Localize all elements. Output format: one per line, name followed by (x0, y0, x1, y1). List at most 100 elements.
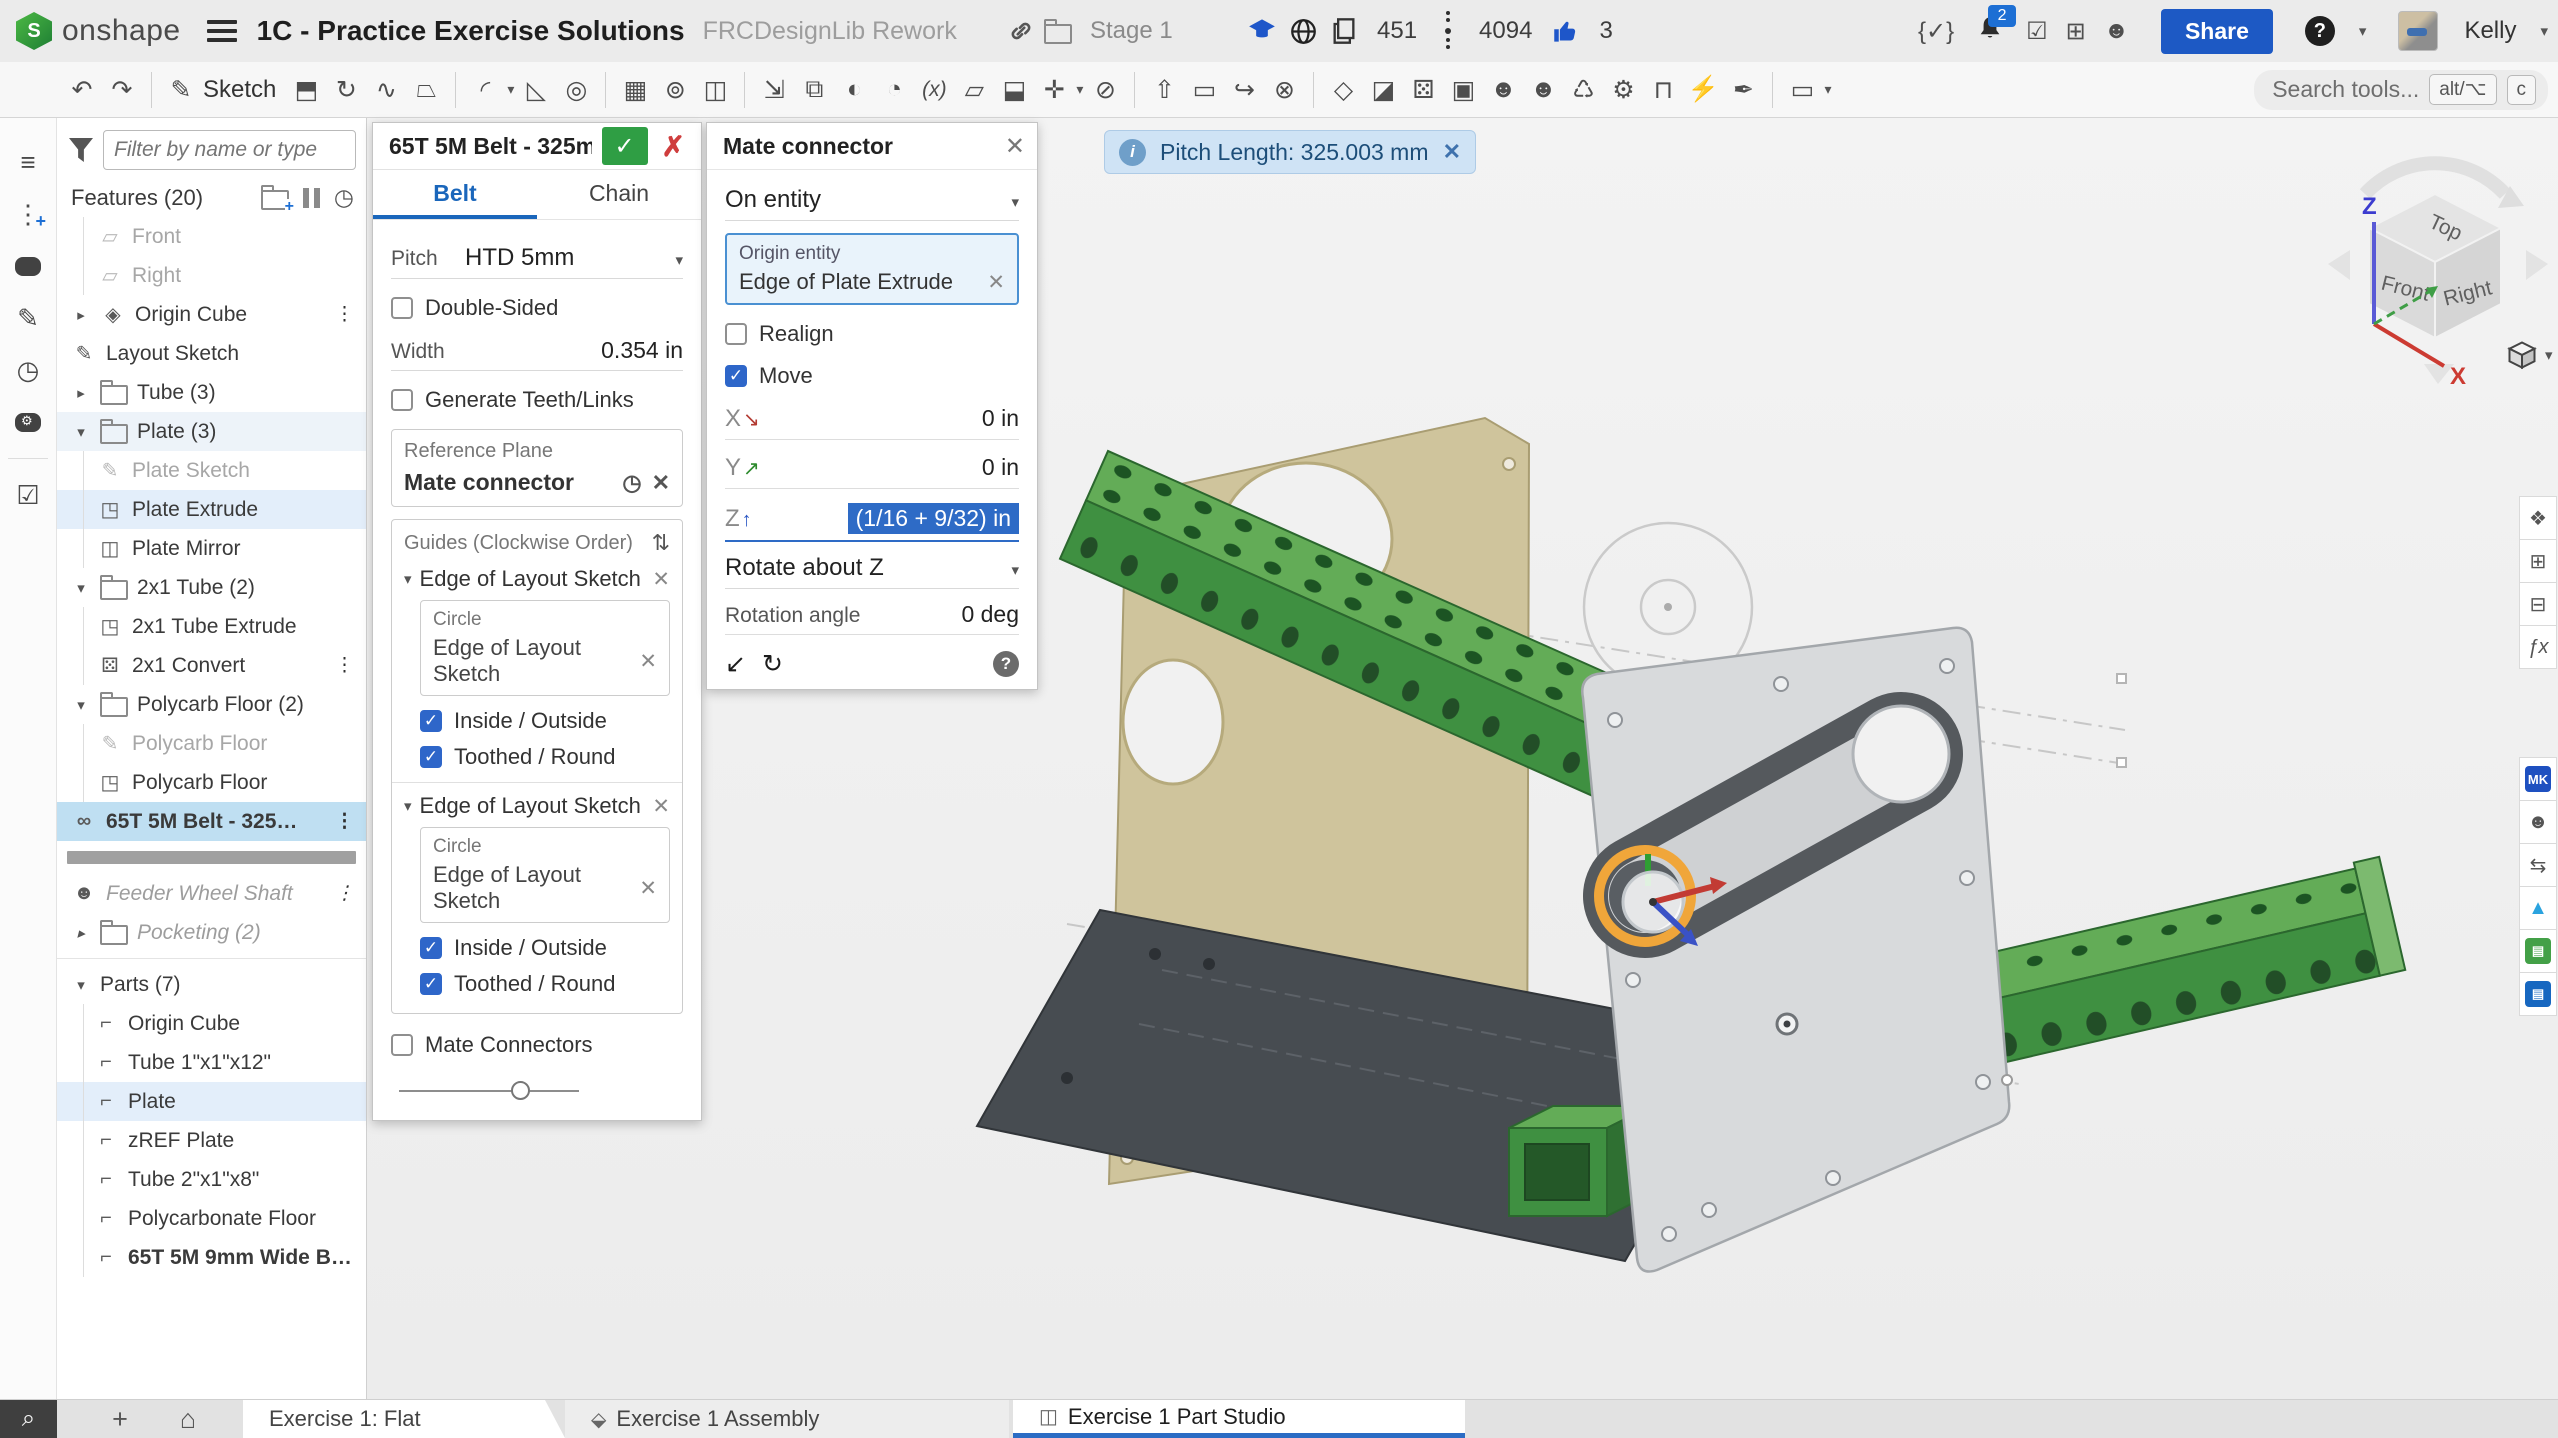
config-table-icon[interactable]: ⊟ (2519, 582, 2557, 626)
rotate-dropdown-icon[interactable]: ▾ (1011, 561, 1019, 579)
delete-face-icon[interactable]: ⊗ (1267, 70, 1301, 110)
tree-item-plate-mirror[interactable]: ◫Plate Mirror (57, 529, 366, 568)
boolean-icon[interactable]: ◐ (837, 70, 871, 110)
checkbox-checked[interactable]: ✓ (420, 710, 442, 732)
help-dropdown-icon[interactable]: ▾ (2359, 22, 2367, 40)
rotation-angle-field[interactable]: Rotation angle 0 deg (725, 601, 1019, 635)
delete-part-icon[interactable]: ⊘ (1088, 70, 1122, 110)
clear-icon[interactable]: ✕ (652, 470, 670, 496)
part-polycarbonate-floor[interactable]: ⌐Polycarbonate Floor (57, 1199, 366, 1238)
tree-item-feeder-wheel-shaft[interactable]: ☻Feeder Wheel Shaft⋮ (57, 874, 366, 913)
education-cap-icon[interactable] (1248, 18, 1276, 44)
undo-icon[interactable]: ↶ (65, 70, 99, 110)
y-offset-field[interactable]: Y↗ 0 in (725, 454, 1019, 489)
tab-exercise-1-assembly[interactable]: ⬙ Exercise 1 Assembly (565, 1400, 1009, 1438)
search-tools-button[interactable]: Search tools... alt/⌥ c (2254, 70, 2548, 110)
revolve-icon[interactable]: ↻ (329, 70, 363, 110)
public-globe-icon[interactable] (1290, 18, 1317, 45)
rotate-axis-select[interactable]: Rotate about Z ▾ (725, 554, 1019, 589)
suppress-pause-icon[interactable] (303, 188, 320, 208)
learning-center-icon[interactable]: ☻ (2104, 17, 2129, 45)
help-icon[interactable]: ? (993, 651, 1019, 677)
help-icon[interactable]: ? (2305, 16, 2335, 46)
material-cube-icon[interactable]: ▣ (1446, 70, 1480, 110)
custom-feature-gear-icon[interactable]: ⚙ (1606, 70, 1640, 110)
section-view-icon[interactable]: ◪ (1366, 70, 1400, 110)
expand-icon[interactable]: ▸ (71, 384, 91, 402)
origin-entity-box[interactable]: Origin entity Edge of Plate Extrude✕ (725, 233, 1019, 305)
new-folder-icon[interactable] (261, 190, 289, 210)
x-offset-field[interactable]: X↘ 0 in (725, 405, 1019, 440)
close-icon[interactable]: ✕ (1005, 132, 1025, 161)
tab-belt[interactable]: Belt (373, 170, 537, 219)
share-button[interactable]: Share (2161, 9, 2273, 54)
tree-item-tube-folder[interactable]: ▸Tube (3) (57, 373, 366, 412)
blue-library-icon[interactable]: ▤ (2519, 972, 2557, 1016)
part-belt[interactable]: ⌐65T 5M 9mm Wide B… (57, 1238, 366, 1277)
move-face-icon[interactable]: ↪ (1227, 70, 1261, 110)
collapse-icon[interactable]: ▾ (404, 797, 412, 815)
guide-2-inside-checkbox[interactable]: ✓Inside / Outside (420, 935, 670, 961)
redo-icon[interactable]: ↷ (105, 70, 139, 110)
sketch-icon[interactable]: ✎ (164, 70, 198, 110)
link-icon[interactable] (1008, 18, 1034, 44)
search-tabs-button[interactable]: ⌕ (0, 1400, 57, 1438)
toast-close-icon[interactable]: ✕ (1443, 139, 1461, 165)
tree-item-front[interactable]: ▱Front (57, 217, 366, 256)
item-menu-icon[interactable]: ⋮ (335, 882, 354, 905)
filter-input[interactable] (104, 131, 355, 169)
tree-item-polycarb-extrude[interactable]: ◳Polycarb Floor (57, 763, 366, 802)
tree-item-2x1-tube-extrude[interactable]: ◳2x1 Tube Extrude (57, 607, 366, 646)
featurescript-robot-icon[interactable]: ☻ (1486, 70, 1520, 110)
rollback-bar[interactable] (67, 851, 356, 864)
collapse-icon[interactable]: ▾ (404, 570, 412, 588)
item-menu-icon[interactable]: ⋮ (335, 303, 354, 326)
reorient-secondary-axis-icon[interactable]: ↻ (762, 649, 783, 679)
checkbox-checked[interactable]: ✓ (420, 746, 442, 768)
tree-item-plate-folder[interactable]: ▾Plate (3) (57, 412, 366, 451)
guide-2-circle-value[interactable]: Edge of Layout Sketch✕ (433, 862, 657, 914)
user-dropdown-icon[interactable]: ▾ (2540, 22, 2548, 40)
checkbox-checked[interactable]: ✓ (420, 973, 442, 995)
mate-connectors-checkbox[interactable]: Mate Connectors (391, 1032, 683, 1058)
checkbox-unchecked[interactable] (391, 1034, 413, 1056)
entity-mode-select[interactable]: On entity ▾ (725, 186, 1019, 221)
nametag-icon[interactable]: ▭ (1785, 70, 1819, 110)
pitch-dropdown-icon[interactable]: ▾ (675, 251, 683, 269)
part-plate[interactable]: ⌐Plate (57, 1082, 366, 1121)
appearance-swatches-icon[interactable]: ❖ (2519, 496, 2557, 540)
pen-icon[interactable]: ✒ (1726, 70, 1760, 110)
tree-item-right[interactable]: ▱Right (57, 256, 366, 295)
filter-icon[interactable] (69, 138, 93, 162)
checkbox-checked[interactable]: ✓ (420, 937, 442, 959)
appearance-dice-icon[interactable]: ⚄ (1406, 70, 1440, 110)
reference-plane-value[interactable]: Mate connector ◷ ✕ (404, 469, 670, 496)
clear-icon[interactable]: ✕ (639, 649, 657, 674)
pitch-field[interactable]: Pitch HTD 5mm ▾ (391, 244, 683, 279)
configurations-icon[interactable]: ⊞ (2519, 539, 2557, 583)
hole-icon[interactable]: ◎ (559, 70, 593, 110)
view-mode-cube-button[interactable]: ▾ (2507, 340, 2553, 370)
tree-item-2x1-convert[interactable]: ⚄2x1 Convert⋮ (57, 646, 366, 685)
expand-icon[interactable]: ▸ (71, 924, 91, 942)
z-offset-selected-value[interactable]: (1/16 + 9/32) in (848, 503, 1019, 534)
tree-item-pocketing-folder[interactable]: ▸Pocketing (2) (57, 913, 366, 952)
tree-item-origin-cube[interactable]: ▸◈Origin Cube⋮ (57, 295, 366, 334)
part-tube-1x1x12[interactable]: ⌐Tube 1"x1"x12" (57, 1043, 366, 1082)
checkbox-unchecked[interactable] (725, 323, 747, 345)
version-graph-icon[interactable] (1445, 28, 1451, 34)
recycle-icon[interactable]: ♺ (1566, 70, 1600, 110)
plane-icon[interactable]: ▱ (957, 70, 991, 110)
comments-icon[interactable] (8, 240, 48, 292)
fillet-dropdown-icon[interactable]: ▾ (507, 81, 514, 98)
robot-app-icon[interactable]: ☻ (2519, 800, 2557, 844)
collapse-icon[interactable]: ▾ (71, 696, 91, 714)
main-menu-icon[interactable] (207, 20, 237, 42)
clear-icon[interactable]: ✕ (987, 270, 1005, 295)
checkbox-checked[interactable]: ✓ (725, 365, 747, 387)
collapse-icon[interactable]: ▾ (71, 423, 91, 441)
z-offset-field[interactable]: Z↑ (1/16 + 9/32) in (725, 503, 1019, 542)
circular-pattern-icon[interactable]: ⊚ (658, 70, 692, 110)
parts-section-header[interactable]: ▾Parts (7) (57, 965, 366, 1004)
nametag-dropdown-icon[interactable]: ▾ (1824, 81, 1831, 98)
